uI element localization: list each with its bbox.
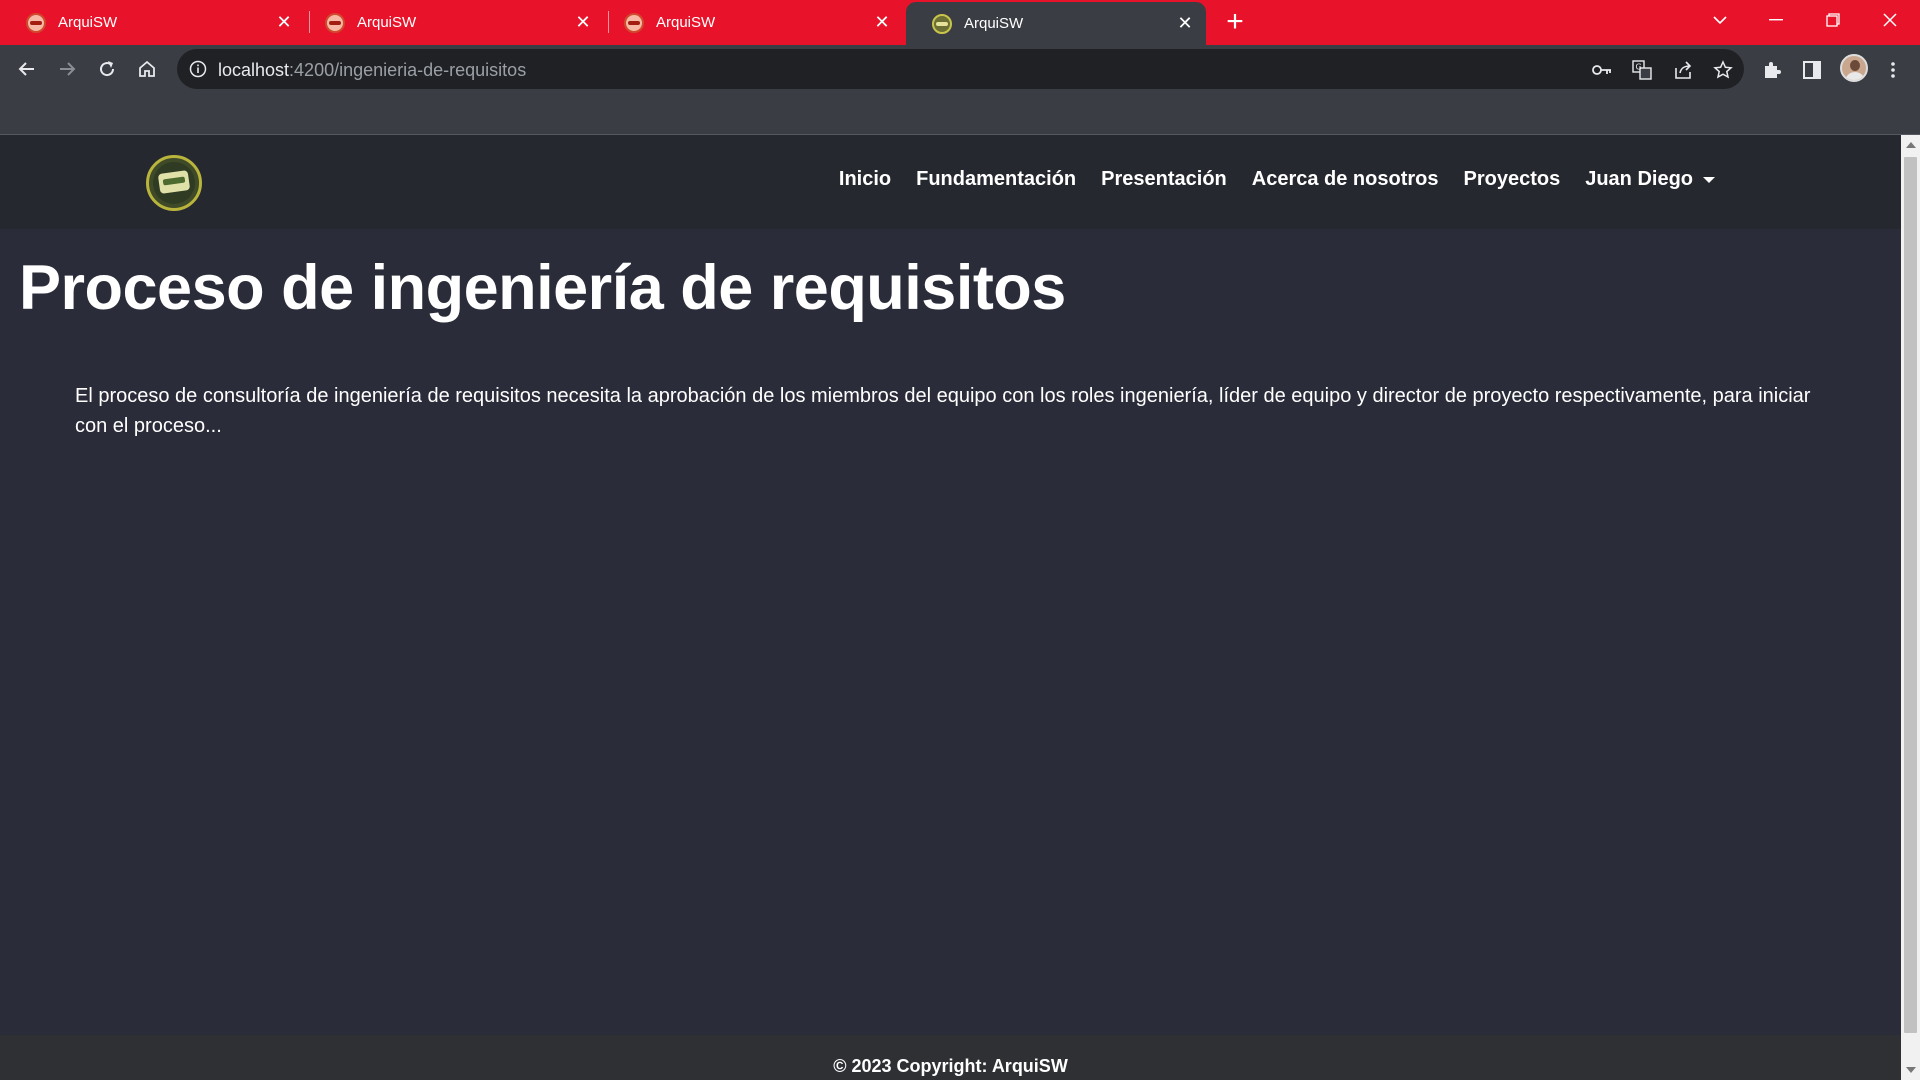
browser-tab-3[interactable]: ArquiSW ✕ [598, 0, 903, 45]
browser-tab-4-active[interactable]: ArquiSW ✕ [906, 2, 1206, 45]
nav-link-fundamentacion[interactable]: Fundamentación [916, 168, 1076, 191]
page-scrollbar[interactable] [1901, 135, 1920, 1080]
profile-avatar[interactable] [1840, 54, 1868, 82]
nav-link-proyectos[interactable]: Proyectos [1463, 168, 1560, 191]
home-icon[interactable] [133, 55, 161, 83]
forward-arrow-icon[interactable] [53, 55, 81, 83]
browser-tab-1[interactable]: ArquiSW ✕ [0, 0, 305, 45]
site-footer: © 2023 Copyright: ArquiSW [0, 1035, 1901, 1080]
user-name: Juan Diego [1585, 168, 1693, 190]
translate-icon[interactable]: G [1630, 58, 1654, 82]
tab-title: ArquiSW [964, 15, 1024, 32]
tab-search-icon[interactable] [1692, 0, 1748, 40]
close-tab-icon[interactable]: ✕ [871, 12, 893, 34]
side-panel-icon[interactable] [1799, 57, 1825, 83]
tab-title: ArquiSW [357, 14, 417, 31]
tab-title: ArquiSW [58, 14, 118, 31]
site-favicon-icon [325, 12, 345, 33]
footer-copyright: © 2023 Copyright: ArquiSW [833, 1056, 1068, 1076]
site-favicon-icon [26, 12, 46, 33]
back-arrow-icon[interactable] [13, 55, 41, 83]
user-dropdown[interactable]: Juan Diego [1585, 168, 1715, 191]
nav-link-inicio[interactable]: Inicio [839, 168, 891, 191]
site-info-icon[interactable] [189, 60, 207, 83]
page-viewport: Inicio Fundamentación Presentación Acerc… [0, 135, 1901, 1080]
share-icon[interactable] [1671, 58, 1695, 82]
address-bar[interactable]: localhost:4200/ingenieria-de-requisitos … [177, 49, 1744, 89]
browser-toolbar: localhost:4200/ingenieria-de-requisitos … [0, 45, 1920, 93]
close-window-icon[interactable] [1862, 0, 1918, 40]
site-navbar: Inicio Fundamentación Presentación Acerc… [0, 135, 1901, 229]
browser-menu-icon[interactable] [1880, 57, 1906, 83]
caret-down-icon [1703, 176, 1715, 183]
browser-tab-2[interactable]: ArquiSW ✕ [299, 0, 604, 45]
password-key-icon[interactable] [1590, 58, 1614, 82]
bookmark-bar [0, 93, 1920, 135]
close-tab-icon[interactable]: ✕ [1174, 13, 1196, 35]
page-description: El proceso de consultoría de ingeniería … [75, 385, 1811, 437]
minimize-icon[interactable] [1748, 0, 1804, 40]
bookmark-star-icon[interactable] [1711, 58, 1735, 82]
url-path: :4200/ingenieria-de-requisitos [289, 60, 527, 80]
scrollbar-thumb[interactable] [1904, 157, 1917, 1033]
nav-link-presentacion[interactable]: Presentación [1101, 168, 1227, 191]
address-url: localhost:4200/ingenieria-de-requisitos [218, 60, 526, 81]
tab-strip: ArquiSW ✕ ArquiSW ✕ ArquiSW ✕ ArquiSW ✕ … [0, 0, 1920, 45]
close-tab-icon[interactable]: ✕ [572, 12, 594, 34]
tab-title: ArquiSW [656, 14, 716, 31]
scroll-down-arrow-icon[interactable] [1906, 1067, 1916, 1073]
url-host: localhost [218, 60, 290, 80]
close-tab-icon[interactable]: ✕ [273, 12, 295, 34]
extensions-puzzle-icon[interactable] [1759, 57, 1785, 83]
svg-text:G: G [1636, 63, 1642, 72]
nav-links: Inicio Fundamentación Presentación Acerc… [814, 168, 1715, 191]
scroll-up-arrow-icon[interactable] [1906, 142, 1916, 148]
restore-icon[interactable] [1805, 0, 1861, 40]
page-title: Proceso de ingeniería de requisitos [19, 253, 1066, 323]
reload-icon[interactable] [93, 55, 121, 83]
new-tab-button[interactable]: + [1220, 7, 1250, 38]
arquisw-logo[interactable] [146, 155, 202, 211]
site-favicon-icon [624, 12, 644, 33]
site-favicon-icon [932, 13, 952, 34]
nav-link-acerca-de-nosotros[interactable]: Acerca de nosotros [1252, 168, 1439, 191]
